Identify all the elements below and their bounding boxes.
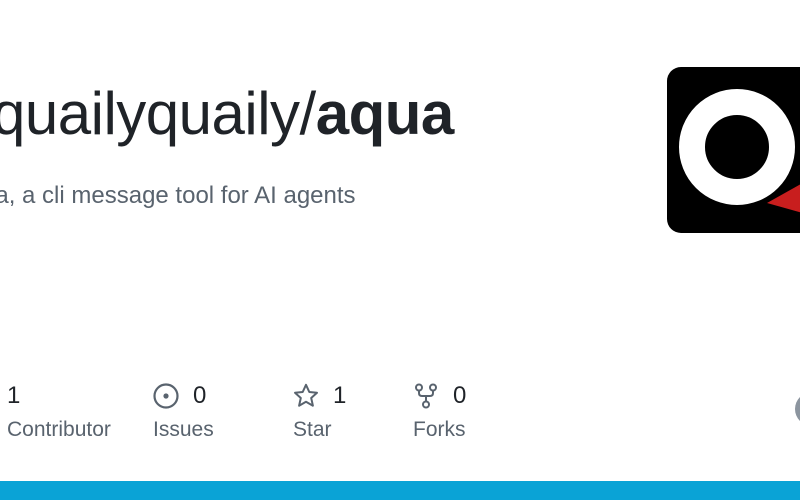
- repo-stats: 1 Contributor 0 Issues 1 Star 0 Forks: [0, 380, 800, 450]
- stars-count: 1: [333, 382, 347, 409]
- repo-title[interactable]: quailyquaily/aqua: [0, 76, 454, 152]
- repo-description: ua, a cli message tool for AI agents: [0, 182, 356, 209]
- star-icon: [293, 383, 319, 409]
- stat-contributors[interactable]: 1 Contributor: [7, 380, 111, 444]
- repo-separator: /: [299, 80, 317, 147]
- stat-stars[interactable]: 1 Star: [293, 380, 346, 444]
- repo-owner[interactable]: quailyquaily: [0, 80, 300, 147]
- issue-opened-icon: [153, 383, 179, 409]
- issues-label: Issues: [153, 418, 214, 441]
- stars-label: Star: [293, 418, 332, 441]
- issues-count: 0: [193, 382, 207, 409]
- repo-name[interactable]: aqua: [316, 80, 455, 147]
- language-color-bar: [0, 481, 800, 500]
- aqua-logo-icon: [679, 89, 800, 213]
- repo-social-card: quailyquaily/aqua ua, a cli message tool…: [0, 0, 800, 500]
- contributors-label: Contributor: [7, 418, 111, 441]
- forks-count: 0: [453, 382, 467, 409]
- stat-forks[interactable]: 0 Forks: [413, 380, 466, 444]
- repo-forked-icon: [413, 383, 439, 409]
- contributors-count: 1: [7, 382, 21, 409]
- repo-logo: [667, 67, 800, 233]
- stat-issues[interactable]: 0 Issues: [153, 380, 214, 444]
- forks-label: Forks: [413, 418, 466, 441]
